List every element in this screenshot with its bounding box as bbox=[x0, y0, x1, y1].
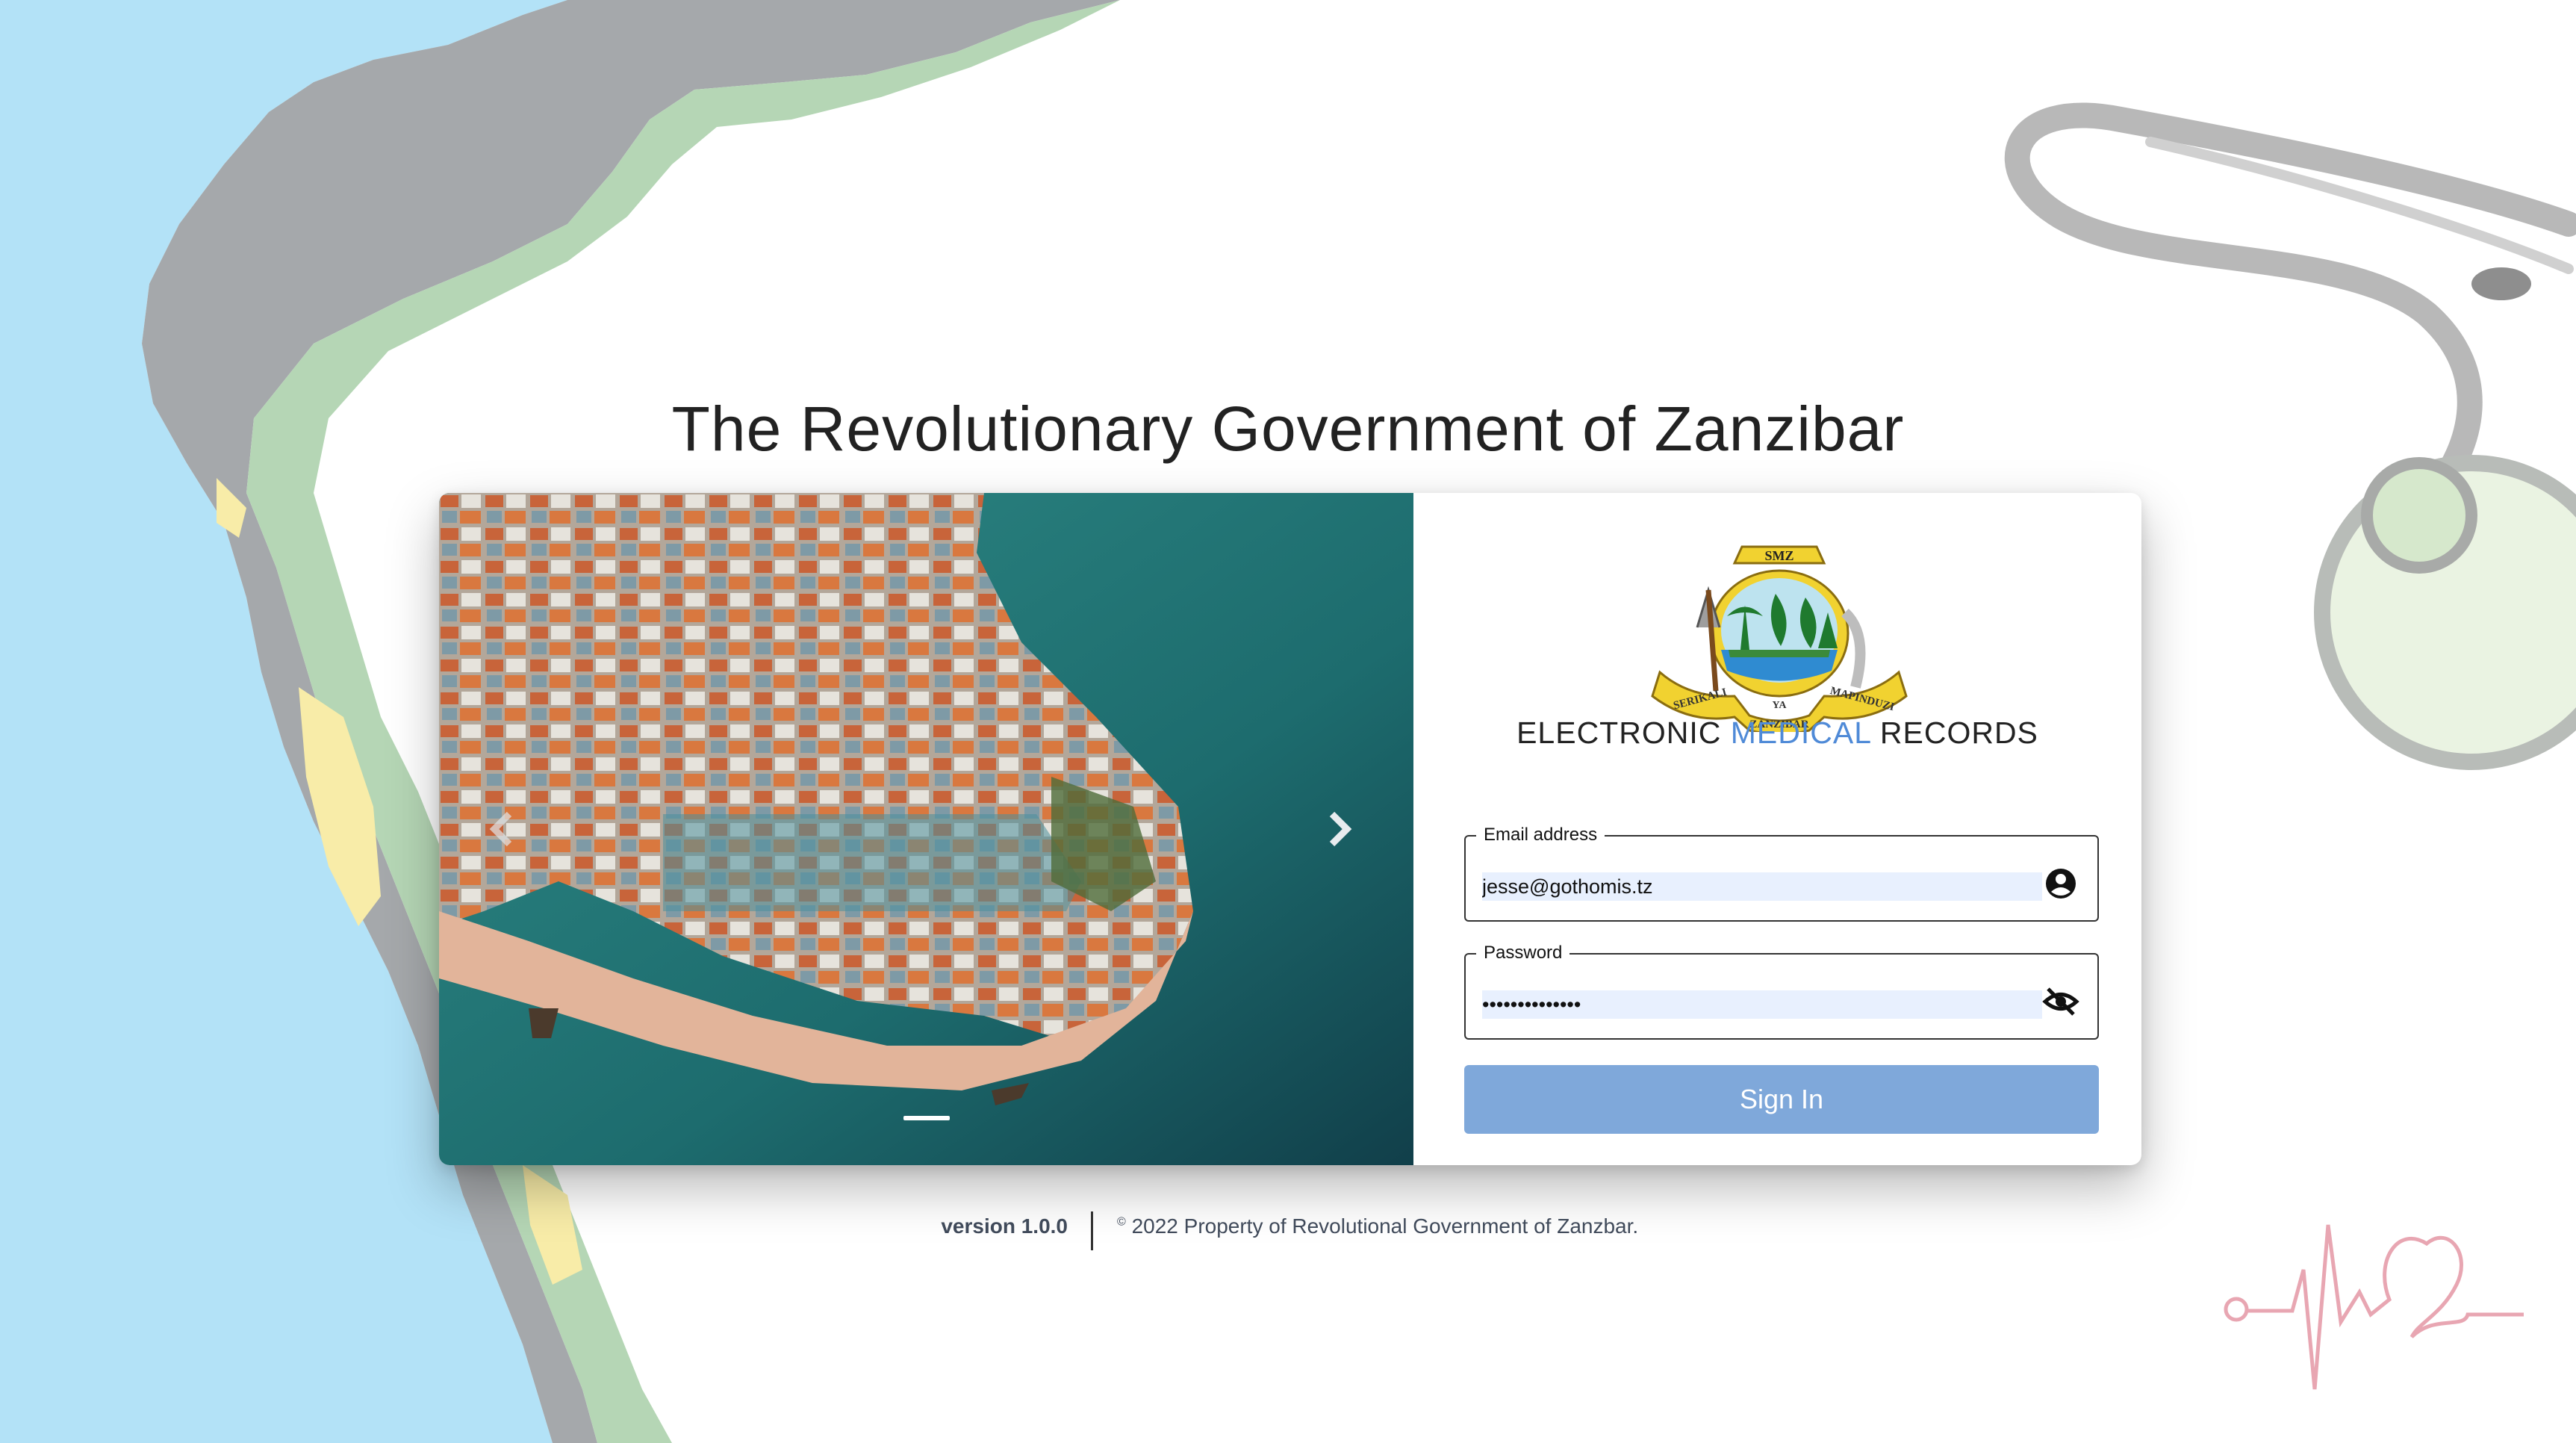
version-text: version 1.0.0 bbox=[941, 1214, 1068, 1238]
carousel-prev-button[interactable] bbox=[476, 798, 529, 860]
zanzibar-emblem-logo: SMZ SERIKALI YA MAPINDUZI ZANZIBAR bbox=[1651, 545, 1908, 732]
account-circle-icon[interactable] bbox=[2042, 865, 2079, 902]
email-label: Email address bbox=[1476, 825, 1605, 845]
app-title-accent: MEDICAL bbox=[1730, 716, 1871, 750]
app-title: ELECTRONIC MEDICAL RECORDS bbox=[1413, 716, 2141, 751]
sign-in-button[interactable]: Sign In bbox=[1464, 1065, 2099, 1134]
image-carousel[interactable] bbox=[439, 493, 1413, 1165]
footer: version 1.0.0 © 2022 Property of Revolut… bbox=[0, 1211, 2576, 1256]
password-input[interactable] bbox=[1482, 990, 2042, 1019]
password-field: Password bbox=[1464, 943, 2099, 1040]
email-input[interactable] bbox=[1482, 872, 2042, 901]
carousel-indicator[interactable] bbox=[903, 1116, 950, 1120]
login-panel: SMZ SERIKALI YA MAPINDUZI ZANZIBAR ELECT… bbox=[1413, 493, 2141, 1165]
footer-divider bbox=[1091, 1211, 1093, 1250]
email-field: Email address bbox=[1464, 825, 2099, 922]
copyright-body: 2022 Property of Revolutional Government… bbox=[1125, 1214, 1639, 1238]
copyright-symbol: © bbox=[1117, 1215, 1126, 1229]
emblem-ribbon-middle: YA bbox=[1773, 700, 1788, 711]
carousel-slide-image bbox=[439, 493, 1413, 1165]
app-title-part1: ELECTRONIC bbox=[1516, 716, 1731, 750]
carousel-next-button[interactable] bbox=[1313, 798, 1365, 860]
app-title-part3: RECORDS bbox=[1870, 716, 2038, 750]
password-label: Password bbox=[1476, 943, 1570, 963]
copyright-text: © 2022 Property of Revolutional Governme… bbox=[1117, 1214, 1638, 1238]
chevron-right-icon bbox=[1329, 811, 1352, 847]
login-card: SMZ SERIKALI YA MAPINDUZI ZANZIBAR ELECT… bbox=[439, 493, 2141, 1165]
emblem-top-text: SMZ bbox=[1764, 548, 1793, 563]
page-title: The Revolutionary Government of Zanzibar bbox=[671, 394, 1905, 464]
eye-off-icon[interactable] bbox=[2042, 983, 2079, 1020]
chevron-left-icon bbox=[489, 811, 512, 847]
